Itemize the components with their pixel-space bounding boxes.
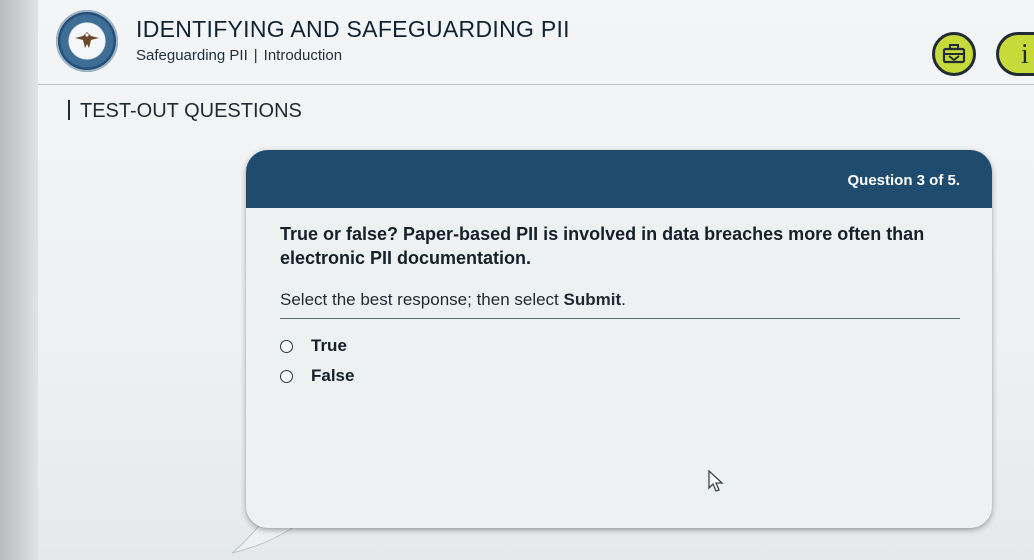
option-true[interactable]: True [280, 335, 347, 357]
section-title-text: TEST-OUT QUESTIONS [80, 100, 302, 122]
instruction-suffix: . [621, 290, 626, 309]
section-title: TEST-OUT QUESTIONS [68, 100, 302, 123]
option-false[interactable]: False [280, 365, 354, 387]
info-button[interactable]: i [996, 32, 1034, 76]
dod-seal-icon [56, 10, 118, 72]
instruction-text: Select the best response; then select Su… [280, 290, 960, 319]
instruction-prefix: Select the best response; then select [280, 290, 564, 309]
eagle-icon [75, 32, 99, 48]
monitor-bezel [0, 0, 38, 560]
question-card-header: Question 3 of 5. [246, 150, 992, 208]
mouse-cursor-icon [708, 470, 724, 492]
toolbox-icon [942, 44, 966, 64]
option-label: True [311, 336, 347, 355]
breadcrumb-section: Safeguarding PII [136, 47, 248, 64]
question-counter: Question 3 of 5. [847, 172, 960, 189]
info-icon: i [1021, 39, 1029, 70]
question-text: True or false? Paper-based PII is involv… [280, 224, 925, 268]
radio-button-icon[interactable] [280, 369, 293, 383]
option-label: False [311, 366, 355, 385]
section-title-bar [68, 100, 70, 120]
breadcrumb-page: Introduction [263, 47, 343, 64]
course-header: IDENTIFYING AND SAFEGUARDING PII Safegua… [38, 4, 1034, 85]
course-title: IDENTIFYING AND SAFEGUARDING PII [136, 16, 570, 42]
breadcrumb: Safeguarding PII | Introduction [136, 47, 342, 64]
radio-button-icon[interactable] [280, 339, 293, 353]
toolbox-button[interactable] [932, 32, 976, 76]
breadcrumb-separator: | [253, 47, 258, 64]
question-card: Question 3 of 5. True or false? Paper-ba… [246, 150, 992, 528]
instruction-submit-emphasis: Submit [563, 290, 622, 309]
